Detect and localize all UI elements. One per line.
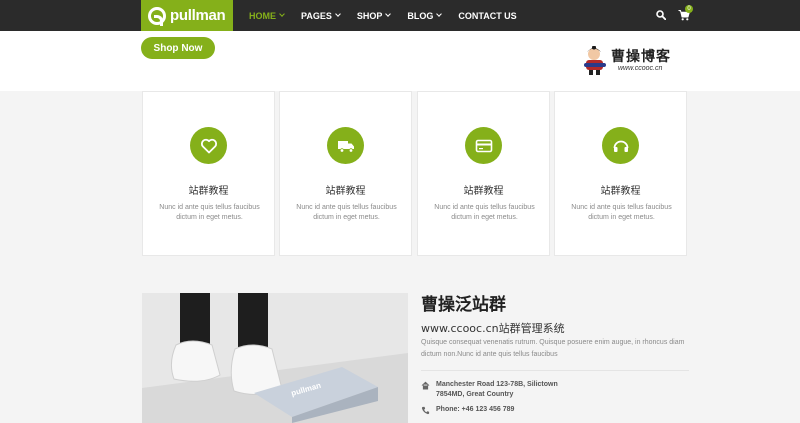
nav-item-shop[interactable]: SHOP [357,11,392,21]
truck-icon [337,140,354,153]
nav-item-pages[interactable]: PAGES [301,11,341,21]
nav-item-home[interactable]: HOME [249,11,285,21]
nav-item-blog[interactable]: BLOG [407,11,443,21]
watermark-url: www.ccooc.cn [618,65,663,72]
feature-title: 站群教程 [600,186,641,197]
about-title: 曹操泛站群 [421,295,506,315]
shop-now-button[interactable]: Shop Now [141,37,215,59]
divider [421,370,689,371]
feature-description: Nunc id ante quis tellus faucibus dictum… [159,204,260,221]
main-nav: HOME PAGES SHOP BLOG CONTACT US [249,0,534,31]
cart-count-badge: 0 [685,5,693,13]
logo-text: pullman [170,7,226,24]
feature-title: 站群教程 [463,186,504,197]
hero-strip [0,31,800,91]
feature-icon-circle [465,127,502,164]
chevron-down-icon [279,11,285,17]
feature-icon-circle [602,127,639,164]
contact-phone: Phone: +46 123 456 789 [421,405,586,415]
logo-mark-icon [148,6,166,26]
feature-title: 站群教程 [325,186,366,197]
phone-icon [421,406,430,415]
about-subtitle: www.ccooc.cn站群管理系统 [421,322,565,335]
feature-card: 站群教程 Nunc id ante quis tellus faucibus d… [279,91,412,256]
chevron-down-icon [335,11,341,17]
nav-item-contact-us[interactable]: CONTACT US [458,11,516,21]
feature-icon-circle [327,127,364,164]
feature-card: 站群教程 Nunc id ante quis tellus faucibus d… [417,91,550,256]
home-icon [421,381,430,390]
sneakers-photo-illustration: pullman [142,293,408,423]
feature-card: 站群教程 Nunc id ante quis tellus faucibus d… [142,91,275,256]
watermark-logo: 曹操博客 www.ccooc.cn [580,44,675,78]
credit-card-icon [475,139,492,152]
contact-address: Manchester Road 123-78B, Silictown 7854M… [421,380,586,400]
product-photo: pullman [142,293,408,423]
feature-icon-circle [190,127,227,164]
cartoon-figure-icon [584,46,606,75]
chevron-down-icon [436,11,443,17]
chevron-down-icon [385,11,392,17]
about-body: Quisque consequat venenatis rutrum. Quis… [421,339,685,358]
feature-description: Nunc id ante quis tellus faucibus dictum… [434,204,535,221]
search-icon[interactable] [656,10,666,20]
brand-logo[interactable]: pullman [141,0,233,31]
watermark-title: 曹操博客 [611,49,671,65]
feature-description: Nunc id ante quis tellus faucibus dictum… [296,204,397,221]
heart-icon [200,138,217,153]
feature-title: 站群教程 [188,186,229,197]
feature-description: Nunc id ante quis tellus faucibus dictum… [571,204,672,221]
headphones-icon [613,140,628,152]
feature-card: 站群教程 Nunc id ante quis tellus faucibus d… [554,91,687,256]
